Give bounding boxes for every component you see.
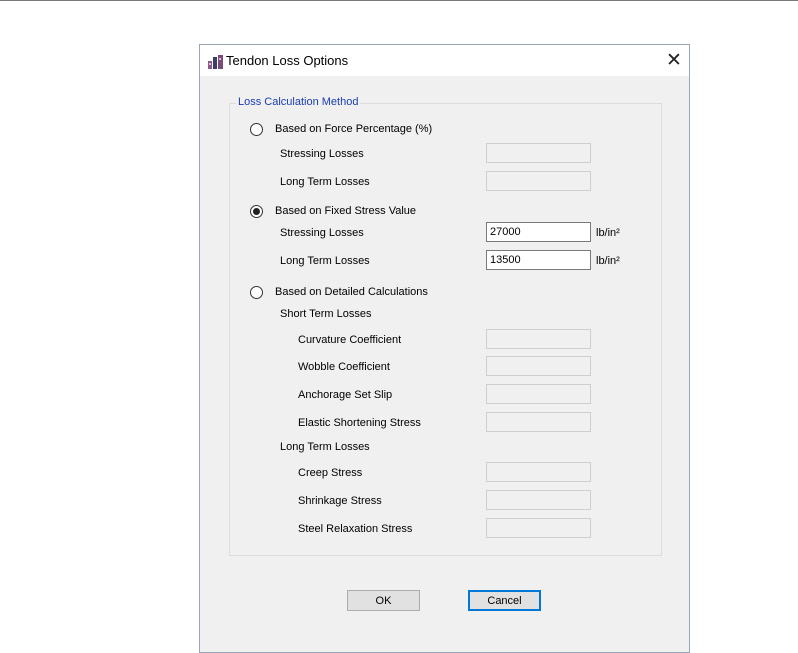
curvature-coefficient-label: Curvature Coefficient <box>298 334 402 346</box>
fs-long-term-losses-label: Long Term Losses <box>280 255 370 267</box>
fs-long-term-losses-field[interactable] <box>486 250 591 270</box>
detailed-calculations-label: Based on Detailed Calculations <box>275 286 428 298</box>
steel-relaxation-stress-field[interactable] <box>486 518 591 538</box>
long-term-losses-header: Long Term Losses <box>280 441 370 453</box>
radio-selected-dot <box>253 208 260 215</box>
fs-long-term-unit: lb/in² <box>596 255 620 267</box>
ok-button[interactable]: OK <box>347 590 420 611</box>
fixed-stress-radio[interactable] <box>250 205 263 218</box>
fs-stressing-unit: lb/in² <box>596 227 620 239</box>
fs-stressing-losses-label: Stressing Losses <box>280 227 364 239</box>
fixed-stress-label: Based on Fixed Stress Value <box>275 205 417 217</box>
force-percentage-radio[interactable] <box>250 123 263 136</box>
creep-stress-label: Creep Stress <box>298 467 363 479</box>
cancel-button[interactable]: Cancel <box>468 590 541 611</box>
shrinkage-stress-field[interactable] <box>486 490 591 510</box>
title-bar: Tendon Loss Options ✕ <box>200 45 689 76</box>
top-divider <box>0 0 798 1</box>
anchorage-set-slip-label: Anchorage Set Slip <box>298 389 393 401</box>
anchorage-set-slip-field[interactable] <box>486 384 591 404</box>
close-icon[interactable]: ✕ <box>659 45 689 76</box>
short-term-losses-header: Short Term Losses <box>280 308 372 320</box>
fp-long-term-losses-label: Long Term Losses <box>280 176 370 188</box>
wobble-coefficient-label: Wobble Coefficient <box>298 361 390 373</box>
creep-stress-field[interactable] <box>486 462 591 482</box>
fp-stressing-losses-field[interactable] <box>486 143 591 163</box>
shrinkage-stress-label: Shrinkage Stress <box>298 495 382 507</box>
window-title: Tendon Loss Options <box>226 53 349 68</box>
force-percentage-label: Based on Force Percentage (%) <box>275 123 433 135</box>
curvature-coefficient-field[interactable] <box>486 329 591 349</box>
app-icon <box>208 55 223 69</box>
tendon-loss-options-dialog: Tendon Loss Options ✕ Loss Calculation M… <box>199 44 690 653</box>
loss-calculation-method-group: Loss Calculation Method <box>229 96 662 556</box>
fp-long-term-losses-field[interactable] <box>486 171 591 191</box>
elastic-shortening-stress-label: Elastic Shortening Stress <box>298 417 421 429</box>
detailed-calculations-radio[interactable] <box>250 286 263 299</box>
wobble-coefficient-field[interactable] <box>486 356 591 376</box>
fp-stressing-losses-label: Stressing Losses <box>280 148 364 160</box>
steel-relaxation-stress-label: Steel Relaxation Stress <box>298 523 413 535</box>
group-legend: Loss Calculation Method <box>236 96 361 108</box>
fs-stressing-losses-field[interactable] <box>486 222 591 242</box>
elastic-shortening-stress-field[interactable] <box>486 412 591 432</box>
